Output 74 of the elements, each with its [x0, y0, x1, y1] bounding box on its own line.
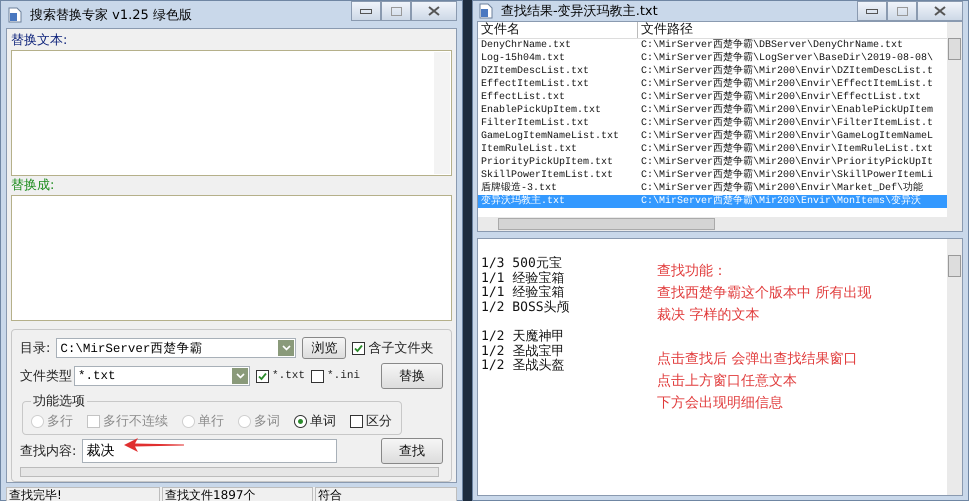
note-text: 点击上方窗口任意文本: [657, 372, 798, 391]
column-header[interactable]: 文件路径: [638, 22, 947, 38]
scrollbar[interactable]: [947, 22, 962, 231]
list-row[interactable]: DZItemDescList.txt C:\MirServer西楚争霸\Mir200\Envir\DZItemDescList.t: [478, 65, 947, 78]
checkbox[interactable]: [350, 414, 363, 428]
scrollbar[interactable]: [434, 52, 450, 174]
note-text: 查找西楚争霸这个版本中 所有出现: [657, 284, 872, 303]
detail-line: 1/1 经验宝箱: [481, 286, 566, 300]
option-label: 单词: [310, 413, 336, 430]
checkbox-label: *.txt: [272, 370, 306, 382]
list-row[interactable]: ItemRuleList.txt C:\MirServer西楚争霸\Mir200\Envir\ItemRuleList.txt: [478, 143, 947, 156]
list-row[interactable]: GameLogItemNameList.txt C:\MirServer西楚争霸\Mir200\Envir\GameLogItemNameL: [478, 130, 947, 143]
scrollbar[interactable]: [947, 239, 962, 495]
detail-line: 1/1 经验宝箱: [481, 272, 566, 286]
arrow-drawing: [124, 438, 184, 452]
list-row[interactable]: DenyChrName.txt C:\MirServer西楚争霸\DBServer\DenyChrName.txt: [478, 39, 947, 52]
list-row[interactable]: EffectItemList.txt C:\MirServer西楚争霸\Mir200\Envir\EffectItemList.t: [478, 78, 947, 91]
detail-line: 1/2 天魔神甲: [481, 330, 566, 344]
group-title: 功能选项: [32, 393, 86, 410]
close-icon: [428, 6, 440, 16]
field-label: 替换成:: [11, 177, 56, 195]
note-text: 下方会出现明细信息: [657, 394, 784, 413]
caret-icon: [236, 373, 244, 379]
list-row[interactable]: FilterItemList.txt C:\MirServer西楚争霸\Mir200\Envir\FilterItemList.t: [478, 117, 947, 130]
search-field[interactable]: 裁决: [82, 439, 338, 463]
status-text: 查找文件1897个: [162, 487, 313, 501]
directory-combobox[interactable]: C:\MirServer西楚争霸: [56, 338, 296, 358]
detail-line: 1/2 圣战头盔: [481, 359, 566, 374]
close-button[interactable]: [411, 1, 457, 21]
option-label: 多行: [47, 413, 73, 430]
field-label: 目录:: [20, 340, 50, 357]
search-button[interactable]: 查找: [381, 438, 443, 464]
column-header[interactable]: 文件名: [478, 22, 638, 38]
close-icon: [934, 6, 946, 16]
document-icon: [8, 6, 22, 22]
note-text: 点击查找后 会弹出查找结果窗口: [657, 350, 858, 369]
list-row[interactable]: PriorityPickUpItem.txt C:\MirServer西楚争霸\Mir200\Envir\PriorityPickUpIt: [478, 156, 947, 169]
browse-button[interactable]: 浏览: [302, 337, 346, 359]
document-icon: [479, 3, 493, 19]
checkbox-label: 含子文件夹: [368, 340, 434, 357]
caret-icon: [282, 345, 291, 351]
checkbox[interactable]: [311, 370, 324, 382]
radio-button[interactable]: [294, 414, 307, 428]
list-row[interactable]: SkillPowerItemList.txt C:\MirServer西楚争霸\Mir200\Envir\SkillPowerItemLi: [478, 169, 947, 182]
detail-line: 1/3 500元宝: [481, 257, 563, 271]
note-text: 查找功能：: [657, 262, 728, 281]
replace-button[interactable]: 替换: [381, 363, 443, 389]
checkbox[interactable]: [352, 342, 366, 354]
status-text: 符合: [315, 487, 457, 501]
status-text: 查找完毕!: [6, 487, 160, 501]
checkbox-label: *.ini: [327, 370, 360, 382]
option-label: 区分: [366, 413, 392, 430]
list-row[interactable]: Log-15h04m.txt C:\MirServer西楚争霸\LogServer\BaseDir\2019-08-08\: [478, 52, 947, 65]
note-text: 裁决 字样的文本: [657, 306, 760, 325]
scrollbar[interactable]: [478, 217, 947, 231]
list-row[interactable]: EnablePickUpItem.txt C:\MirServer西楚争霸\Mir200\Envir\EnablePickUpItem: [478, 104, 947, 117]
list-row[interactable]: 盾牌锻造-3.txt C:\MirServer西楚争霸\Mir200\Envir\Market_Def\功能: [478, 182, 947, 195]
window-title: 查找结果-变异沃玛教主.txt: [501, 3, 658, 20]
replace-text-area[interactable]: [11, 50, 452, 176]
option-label: 多词: [254, 413, 280, 430]
option-label: 单行: [198, 413, 224, 430]
minimize-button[interactable]: [351, 1, 381, 21]
list-row[interactable]: EffectList.txt C:\MirServer西楚争霸\Mir200\Envir\EffectList.txt: [478, 91, 947, 104]
replace-with-area[interactable]: [11, 195, 452, 321]
minimize-button[interactable]: [857, 1, 887, 21]
close-button[interactable]: [917, 1, 963, 21]
file-type-combobox[interactable]: *.txt: [74, 366, 250, 386]
window-title: 搜索替换专家 v1.25 绿色版: [30, 6, 192, 24]
field-label: 替换文本:: [11, 32, 68, 50]
field-label: 查找内容:: [20, 443, 76, 460]
option-label: 多行不连续: [103, 413, 168, 430]
detail-line: 1/2 圣战宝甲: [481, 344, 566, 358]
detail-line: 1/2 BOSS头颅: [481, 300, 571, 315]
checkbox[interactable]: [256, 370, 269, 382]
